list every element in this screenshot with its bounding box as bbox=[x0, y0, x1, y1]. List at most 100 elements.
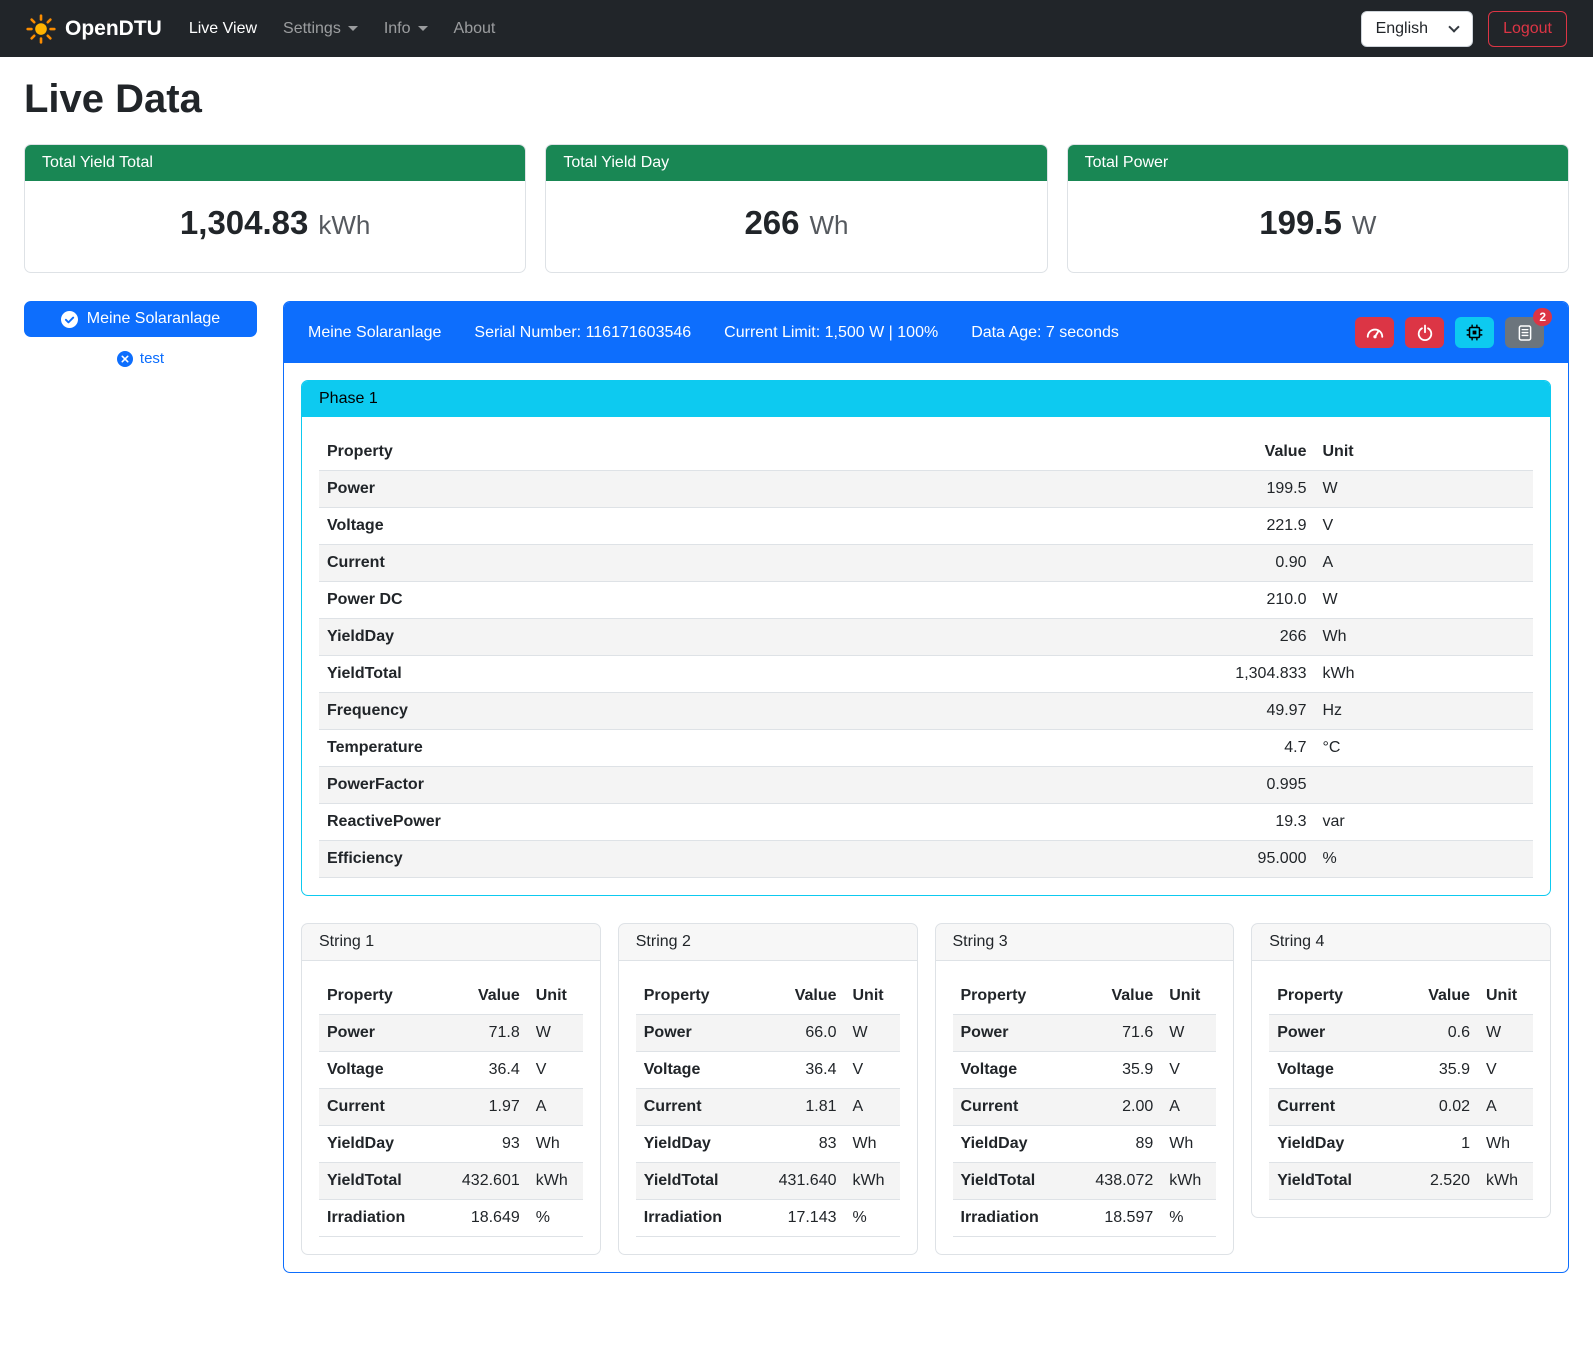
table-row: Current1.97A bbox=[319, 1089, 583, 1126]
string-table-body: Power71.8WVoltage36.4VCurrent1.97AYieldD… bbox=[319, 1015, 583, 1237]
table-row: Current2.00A bbox=[953, 1089, 1217, 1126]
nav-info[interactable]: Info bbox=[371, 12, 441, 46]
column-header-value: Value bbox=[753, 978, 845, 1015]
property-cell: Irradiation bbox=[636, 1200, 753, 1237]
table-header-row: PropertyValueUnit bbox=[636, 978, 900, 1015]
value-cell: 4.7 bbox=[1157, 730, 1315, 767]
property-cell: Efficiency bbox=[319, 841, 1157, 878]
value-cell: 1.97 bbox=[436, 1089, 528, 1126]
unit-cell: W bbox=[1161, 1015, 1216, 1052]
column-header-property: Property bbox=[319, 434, 1157, 471]
property-cell: YieldDay bbox=[953, 1126, 1070, 1163]
page-container: Live Data Total Yield Total 1,304.83kWh … bbox=[0, 57, 1593, 1301]
value-cell: 71.6 bbox=[1070, 1015, 1162, 1052]
summary-card-body: 1,304.83 kWh bbox=[25, 181, 525, 272]
unit-cell: V bbox=[1478, 1052, 1533, 1089]
string-card-title: String 3 bbox=[936, 924, 1234, 961]
table-row: Voltage36.4V bbox=[319, 1052, 583, 1089]
event-log-button[interactable]: 2 bbox=[1505, 317, 1544, 348]
table-row: Efficiency95.000% bbox=[319, 841, 1533, 878]
property-cell: Irradiation bbox=[319, 1200, 436, 1237]
column-header-unit: Unit bbox=[528, 978, 583, 1015]
unit-cell: kWh bbox=[1161, 1163, 1216, 1200]
nav-settings[interactable]: Settings bbox=[270, 12, 371, 46]
column-header-property: Property bbox=[953, 978, 1070, 1015]
phase-card-title: Phase 1 bbox=[302, 381, 1550, 417]
string-table-body: Power66.0WVoltage36.4VCurrent1.81AYieldD… bbox=[636, 1015, 900, 1237]
property-cell: Voltage bbox=[636, 1052, 753, 1089]
nav-live-view[interactable]: Live View bbox=[176, 12, 270, 46]
column-header-value: Value bbox=[1070, 978, 1162, 1015]
value-cell: 438.072 bbox=[1070, 1163, 1162, 1200]
sidebar-inverter-label: Meine Solaranlage bbox=[87, 310, 220, 328]
string-table-head: PropertyValueUnit bbox=[319, 978, 583, 1015]
unit-cell: V bbox=[1314, 508, 1533, 545]
unit-cell: % bbox=[528, 1200, 583, 1237]
string-card: String 2PropertyValueUnitPower66.0WVolta… bbox=[618, 923, 918, 1255]
value-cell: 1.81 bbox=[753, 1089, 845, 1126]
summary-value: 1,304.83 bbox=[180, 204, 308, 241]
unit-cell: A bbox=[1161, 1089, 1216, 1126]
strings-row: String 1PropertyValueUnitPower71.8WVolta… bbox=[301, 923, 1551, 1255]
property-cell: Voltage bbox=[1269, 1052, 1396, 1089]
table-row: YieldTotal438.072kWh bbox=[953, 1163, 1217, 1200]
property-cell: YieldTotal bbox=[953, 1163, 1070, 1200]
table-row: Irradiation18.649% bbox=[319, 1200, 583, 1237]
summary-unit: Wh bbox=[810, 210, 849, 240]
table-row: Irradiation18.597% bbox=[953, 1200, 1217, 1237]
navbar-right: English Logout bbox=[1361, 11, 1567, 47]
power-settings-button[interactable] bbox=[1405, 317, 1444, 348]
device-info-button[interactable] bbox=[1455, 317, 1494, 348]
unit-cell: kWh bbox=[528, 1163, 583, 1200]
property-cell: Irradiation bbox=[953, 1200, 1070, 1237]
string-card-body: PropertyValueUnitPower71.6WVoltage35.9VC… bbox=[936, 961, 1234, 1254]
value-cell: 432.601 bbox=[436, 1163, 528, 1200]
sidebar-inverter-meine-solaranlage[interactable]: Meine Solaranlage bbox=[24, 301, 257, 337]
inverter-serial: Serial Number: 116171603546 bbox=[474, 324, 691, 342]
journal-icon bbox=[1516, 324, 1534, 342]
value-cell: 35.9 bbox=[1397, 1052, 1478, 1089]
unit-cell: Wh bbox=[528, 1126, 583, 1163]
inverter-actions: 2 bbox=[1355, 317, 1544, 348]
sidebar-inverter-test[interactable]: test bbox=[117, 350, 164, 367]
unit-cell: % bbox=[845, 1200, 900, 1237]
value-cell: 36.4 bbox=[436, 1052, 528, 1089]
phase-card: Phase 1 Property Value Unit Power199.5WV… bbox=[301, 380, 1551, 896]
table-row: Power71.6W bbox=[953, 1015, 1217, 1052]
phase-table-head: Property Value Unit bbox=[319, 434, 1533, 471]
language-select-value: English bbox=[1376, 20, 1428, 38]
string-card-body: PropertyValueUnitPower0.6WVoltage35.9VCu… bbox=[1252, 961, 1550, 1217]
value-cell: 0.6 bbox=[1397, 1015, 1478, 1052]
table-row: Voltage35.9V bbox=[953, 1052, 1217, 1089]
column-header-unit: Unit bbox=[1478, 978, 1533, 1015]
property-cell: Frequency bbox=[319, 693, 1157, 730]
sidebar-inverter-label: test bbox=[140, 350, 164, 367]
property-cell: YieldDay bbox=[636, 1126, 753, 1163]
property-cell: YieldTotal bbox=[636, 1163, 753, 1200]
string-table: PropertyValueUnitPower66.0WVoltage36.4VC… bbox=[636, 978, 900, 1237]
column-header-value: Value bbox=[1157, 434, 1315, 471]
property-cell: Power bbox=[319, 471, 1157, 508]
table-row: Current1.81A bbox=[636, 1089, 900, 1126]
property-cell: ReactivePower bbox=[319, 804, 1157, 841]
unit-cell: kWh bbox=[845, 1163, 900, 1200]
language-select[interactable]: English bbox=[1361, 11, 1473, 47]
summary-unit: kWh bbox=[318, 210, 370, 240]
nav-about-label: About bbox=[454, 20, 496, 38]
table-row: Power199.5W bbox=[319, 471, 1533, 508]
logout-button[interactable]: Logout bbox=[1488, 11, 1567, 47]
table-row: Irradiation17.143% bbox=[636, 1200, 900, 1237]
table-row: Power71.8W bbox=[319, 1015, 583, 1052]
table-header-row: PropertyValueUnit bbox=[1269, 978, 1533, 1015]
value-cell: 49.97 bbox=[1157, 693, 1315, 730]
unit-cell: A bbox=[528, 1089, 583, 1126]
limit-settings-button[interactable] bbox=[1355, 317, 1394, 348]
property-cell: Power bbox=[1269, 1015, 1396, 1052]
value-cell: 0.90 bbox=[1157, 545, 1315, 582]
value-cell: 0.02 bbox=[1397, 1089, 1478, 1126]
power-icon bbox=[1416, 324, 1434, 342]
nav-about[interactable]: About bbox=[441, 12, 509, 46]
brand-link[interactable]: OpenDTU bbox=[26, 14, 162, 44]
check-circle-icon bbox=[61, 311, 78, 328]
property-cell: Power bbox=[319, 1015, 436, 1052]
